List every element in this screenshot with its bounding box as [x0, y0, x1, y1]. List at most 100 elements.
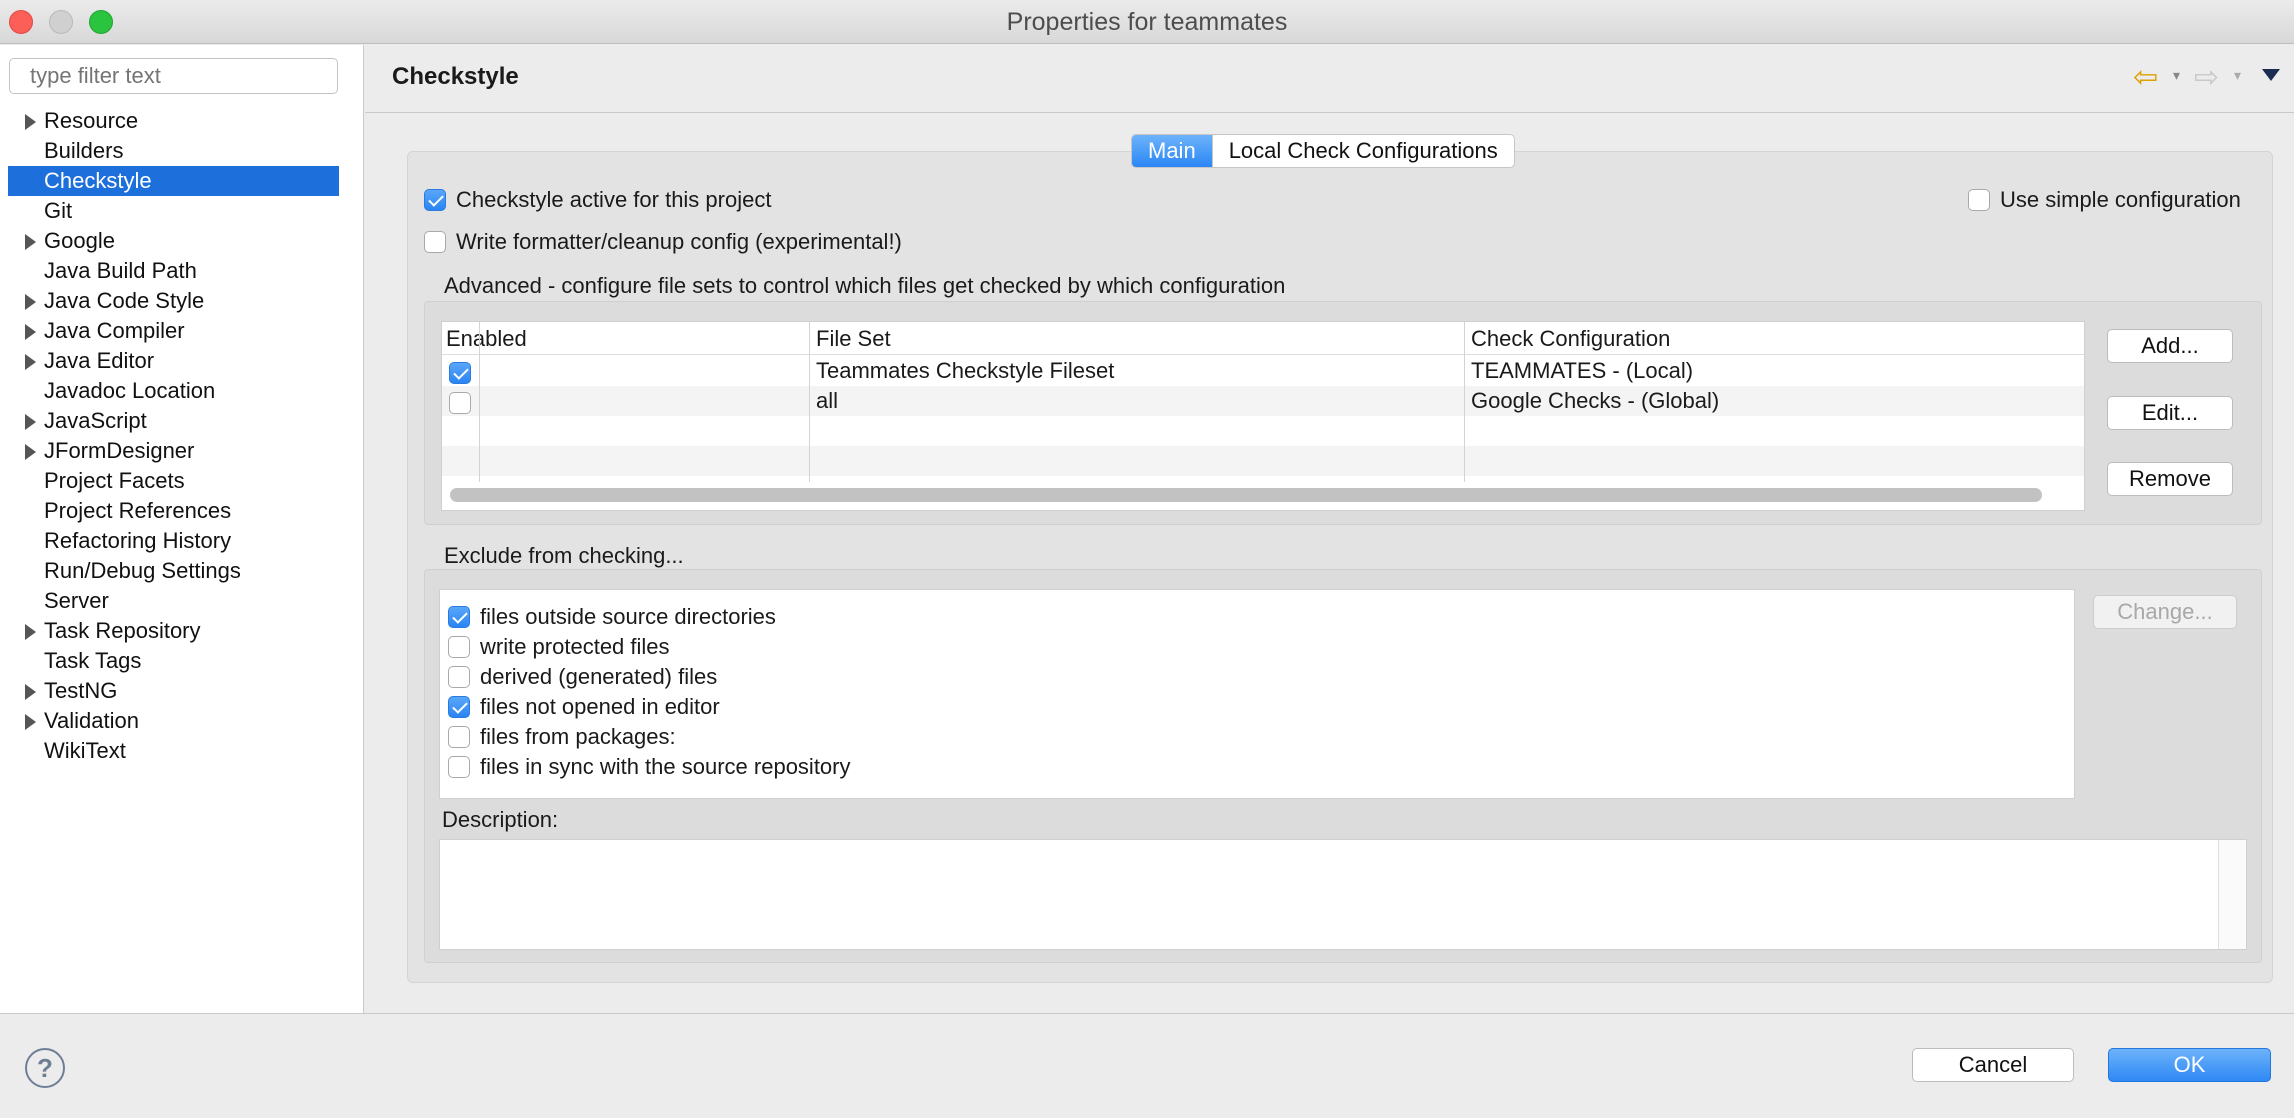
expand-triangle-icon[interactable] — [25, 444, 36, 460]
ok-button[interactable]: OK — [2108, 1048, 2271, 1082]
checkstyle-active-option[interactable]: Checkstyle active for this project — [424, 187, 771, 213]
edit-button[interactable]: Edit... — [2107, 396, 2233, 430]
fileset-table: Enabled File Set Check Configuration Tea… — [441, 321, 2085, 511]
table-row[interactable]: Teammates Checkstyle Fileset TEAMMATES -… — [442, 356, 2084, 386]
write-formatter-checkbox[interactable] — [424, 231, 446, 253]
description-label: Description: — [442, 807, 559, 832]
table-row-empty — [442, 446, 2084, 476]
exclude-checkbox[interactable] — [448, 606, 470, 628]
expand-triangle-icon[interactable] — [25, 114, 36, 130]
simple-config-checkbox[interactable] — [1968, 189, 1990, 211]
sidebar-item-java-build-path[interactable]: Java Build Path — [0, 256, 364, 286]
sidebar-item-label: Java Compiler — [44, 318, 185, 343]
row-enabled-checkbox[interactable] — [449, 362, 471, 385]
sidebar-item-label: Java Editor — [44, 348, 155, 373]
expand-triangle-icon[interactable] — [25, 714, 36, 730]
exclude-checkbox[interactable] — [448, 636, 470, 658]
expand-triangle-icon[interactable] — [25, 324, 36, 340]
column-enabled[interactable]: Enabled — [442, 322, 527, 355]
table-row[interactable]: all Google Checks - (Global) — [442, 386, 2084, 416]
sidebar-item-checkstyle[interactable]: Checkstyle — [8, 166, 339, 196]
column-divider — [1464, 322, 1465, 482]
back-dropdown-icon[interactable]: ▾ — [2173, 67, 2180, 84]
sidebar-item-wikitext[interactable]: WikiText — [0, 736, 364, 766]
write-formatter-label: Write formatter/cleanup config (experime… — [456, 229, 902, 254]
sidebar-item-builders[interactable]: Builders — [0, 136, 364, 166]
sidebar-item-run-debug-settings[interactable]: Run/Debug Settings — [0, 556, 364, 586]
exclude-checkbox[interactable] — [448, 726, 470, 748]
filter-input[interactable] — [9, 58, 338, 94]
forward-arrow-icon[interactable]: ⇨ — [2194, 63, 2219, 93]
exclude-checkbox[interactable] — [448, 666, 470, 688]
exclude-checkbox[interactable] — [448, 756, 470, 778]
table-row-empty — [442, 416, 2084, 446]
sidebar-item-label: TestNG — [44, 678, 118, 703]
sidebar-item-google[interactable]: Google — [0, 226, 364, 256]
sidebar-item-label: Checkstyle — [44, 168, 152, 193]
sidebar-item-git[interactable]: Git — [0, 196, 364, 226]
column-file-set[interactable]: File Set — [812, 322, 891, 355]
expand-triangle-icon[interactable] — [25, 234, 36, 250]
sidebar-item-label: Java Code Style — [44, 288, 205, 313]
expand-triangle-icon[interactable] — [25, 294, 36, 310]
expand-triangle-icon[interactable] — [25, 354, 36, 370]
sidebar-item-refactoring-history[interactable]: Refactoring History — [0, 526, 364, 556]
forward-dropdown-icon[interactable]: ▾ — [2234, 67, 2241, 84]
change-button[interactable]: Change... — [2093, 595, 2237, 629]
back-arrow-icon[interactable]: ⇦ — [2133, 63, 2158, 93]
exclude-label: write protected files — [480, 634, 670, 659]
column-check-configuration[interactable]: Check Configuration — [1467, 322, 1670, 355]
exclude-option[interactable]: write protected files — [448, 634, 670, 660]
sidebar-item-validation[interactable]: Validation — [0, 706, 364, 736]
view-menu-icon[interactable] — [2262, 69, 2280, 81]
exclude-label: derived (generated) files — [480, 664, 718, 689]
remove-button[interactable]: Remove — [2107, 462, 2233, 496]
footer: ? Cancel OK — [0, 1013, 2294, 1118]
sidebar-item-jformdesigner[interactable]: JFormDesigner — [0, 436, 364, 466]
sidebar-item-testng[interactable]: TestNG — [0, 676, 364, 706]
sidebar-item-server[interactable]: Server — [0, 586, 364, 616]
column-divider — [809, 322, 810, 482]
sidebar-item-java-code-style[interactable]: Java Code Style — [0, 286, 364, 316]
expand-triangle-icon[interactable] — [25, 414, 36, 430]
sidebar-item-task-repository[interactable]: Task Repository — [0, 616, 364, 646]
checkstyle-active-checkbox[interactable] — [424, 189, 446, 211]
row-enabled-checkbox[interactable] — [449, 392, 471, 415]
sidebar-item-project-facets[interactable]: Project Facets — [0, 466, 364, 496]
exclude-option[interactable]: files from packages: — [448, 724, 676, 750]
help-icon[interactable]: ? — [25, 1048, 65, 1088]
exclude-checkbox[interactable] — [448, 696, 470, 718]
simple-config-option[interactable]: Use simple configuration — [1968, 187, 2241, 213]
sidebar-item-java-compiler[interactable]: Java Compiler — [0, 316, 364, 346]
expand-triangle-icon[interactable] — [25, 624, 36, 640]
sidebar-item-javascript[interactable]: JavaScript — [0, 406, 364, 436]
sidebar-item-task-tags[interactable]: Task Tags — [0, 646, 364, 676]
page-header: Checkstyle ⇦ ▾ ⇨ ▾ — [365, 45, 2294, 113]
exclude-option[interactable]: derived (generated) files — [448, 664, 717, 690]
row-file-set: Teammates Checkstyle Fileset — [816, 358, 1115, 383]
sidebar-item-label: WikiText — [44, 738, 126, 763]
window-title: Properties for teammates — [1006, 8, 1288, 36]
sidebar-item-javadoc-location[interactable]: Javadoc Location — [0, 376, 364, 406]
tab-local-check-configurations[interactable]: Local Check Configurations — [1211, 135, 1514, 167]
expand-triangle-icon[interactable] — [25, 684, 36, 700]
sidebar-item-label: Resource — [44, 108, 139, 133]
exclude-option[interactable]: files in sync with the source repository — [448, 754, 851, 780]
exclude-option[interactable]: files not opened in editor — [448, 694, 720, 720]
sidebar-item-java-editor[interactable]: Java Editor — [0, 346, 364, 376]
add-button[interactable]: Add... — [2107, 329, 2233, 363]
page-title: Checkstyle — [392, 63, 519, 90]
sidebar-item-label: Validation — [44, 708, 139, 733]
sidebar-item-resource[interactable]: Resource — [0, 106, 364, 136]
sidebar-item-label: JavaScript — [44, 408, 147, 433]
exclude-option[interactable]: files outside source directories — [448, 604, 776, 630]
horizontal-scrollbar[interactable] — [450, 488, 2042, 502]
tab-main[interactable]: Main — [1132, 135, 1212, 167]
sidebar: Resource Builders Checkstyle Git Google Java … — [0, 45, 364, 1013]
checkstyle-active-label: Checkstyle active for this project — [456, 187, 772, 212]
write-formatter-option[interactable]: Write formatter/cleanup config (experime… — [424, 229, 902, 255]
description-scrollbar[interactable] — [2218, 840, 2246, 949]
sidebar-item-label: Project References — [44, 498, 232, 523]
sidebar-item-project-references[interactable]: Project References — [0, 496, 364, 526]
cancel-button[interactable]: Cancel — [1912, 1048, 2074, 1082]
